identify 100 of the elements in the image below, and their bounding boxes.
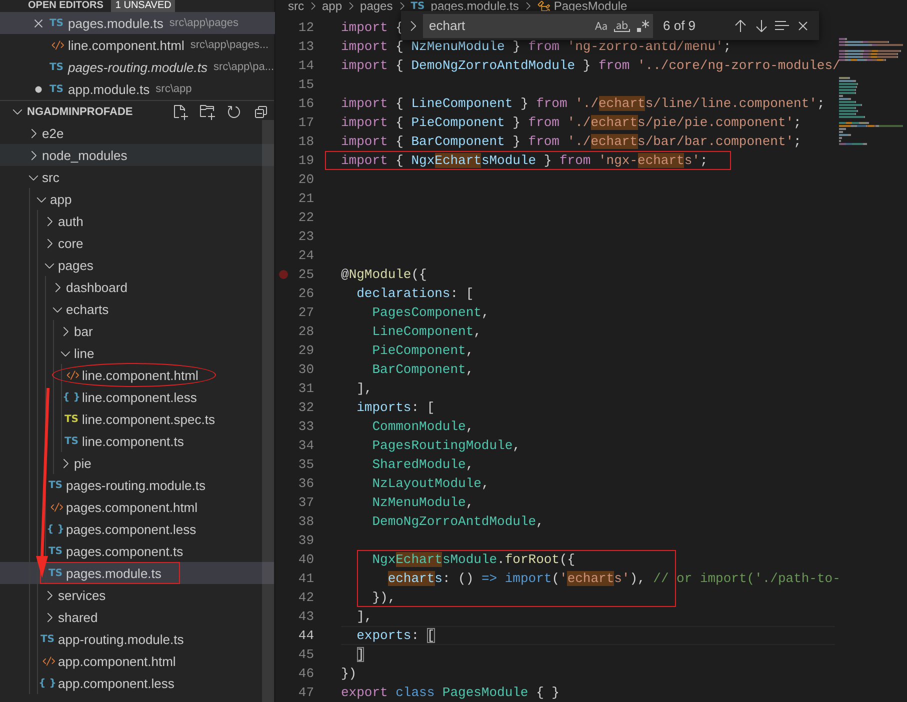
line-number: 24 (297, 248, 314, 263)
code-line: import { LineComponent } from './echarts/line/line.component'; (341, 95, 825, 112)
file-type-icon: TS (49, 18, 64, 28)
class-symbol-icon (536, 0, 551, 14)
code-line: import { NgxEchartsModule } from 'ngx-echarts'; (341, 152, 708, 169)
code-line: declarations: [ (356, 285, 474, 302)
code-line: import { PieComponent } from './echarts/pie/pie.component'; (341, 114, 802, 131)
file-path: src\app\pages... (190, 39, 269, 51)
code-line: PagesComponent, (371, 304, 490, 321)
folder-item[interactable]: pages (0, 254, 274, 276)
code-line: export class PagesModule { } (341, 684, 560, 701)
folder-item[interactable]: line (0, 342, 274, 364)
line-number: 26 (297, 286, 314, 301)
open-editor-item[interactable]: line.component.html src\app\pages... (0, 34, 275, 56)
folder-item[interactable]: app (0, 188, 274, 210)
line-number: 23 (297, 229, 314, 244)
line-number: 43 (297, 609, 314, 624)
open-editor-item[interactable]: TS pages.module.ts src\app\pages (0, 12, 275, 34)
line-number: 36 (297, 476, 314, 491)
line-number: 14 (297, 58, 314, 73)
line-number: 12 (297, 20, 314, 35)
file-item[interactable]: TS line.component.ts (0, 430, 274, 452)
file-type-icon: { } (46, 524, 64, 534)
file-name: pages.module.ts (68, 16, 164, 30)
find-field[interactable]: echart (423, 14, 653, 38)
code-line: LineComponent, (371, 323, 482, 340)
open-editor-item[interactable]: TS app.module.ts src\app (0, 78, 275, 100)
line-number: 38 (297, 514, 314, 529)
unsaved-badge: 1 UNSAVED (111, 0, 176, 12)
line-number: 33 (297, 419, 314, 434)
file-item[interactable]: { }app.component.less (0, 672, 274, 694)
folder-item[interactable]: core (0, 232, 274, 254)
code-line: import { NzMenuModule } from 'ng-zorro-antd/menu'; (341, 38, 732, 55)
file-type-icon: TS (48, 480, 63, 490)
file-item[interactable]: pages.component.html (0, 496, 274, 518)
folder-item[interactable]: node_modules (0, 144, 274, 166)
line-number: 32 (297, 400, 314, 415)
file-item[interactable]: TS pages.module.ts (0, 562, 274, 584)
code-line: NzMenuModule, (371, 494, 474, 511)
breadcrumb-item[interactable]: src (288, 0, 304, 13)
folder-item[interactable]: auth (0, 210, 274, 232)
file-item[interactable]: TS pages-routing.module.ts (0, 474, 274, 496)
match-count: 6 of 9 (663, 18, 697, 33)
code-line: }) (341, 665, 357, 682)
folder-item[interactable]: e2e (0, 122, 274, 144)
line-number: 17 (297, 115, 314, 130)
breadcrumb-item[interactable]: PagesModule (554, 0, 628, 13)
line-number: 30 (297, 362, 314, 377)
folder-item[interactable]: echarts (0, 298, 274, 320)
line-number: 41 (297, 571, 314, 586)
section-title[interactable]: NGADMINPROFADE (27, 106, 166, 118)
line-number: 37 (297, 495, 314, 510)
file-type-icon: TS (64, 436, 79, 446)
html-file-icon (42, 654, 56, 668)
file-path: src\app\pa... (213, 61, 274, 73)
find-input[interactable]: echart (427, 17, 590, 34)
code-line: }), (371, 589, 396, 606)
open-editor-item[interactable]: TS pages-routing.module.ts src\app\pa... (0, 56, 275, 78)
file-name: pages-routing.module.ts (68, 60, 208, 74)
folder-item[interactable]: shared (0, 606, 274, 628)
file-path: src\app (156, 83, 192, 95)
file-type-icon: { } (62, 392, 80, 402)
file-item[interactable]: { }line.component.less (0, 386, 274, 408)
folder-item[interactable]: dashboard (0, 276, 274, 298)
code-line: NzLayoutModule, (371, 475, 490, 492)
line-number: 13 (297, 39, 314, 54)
file-item[interactable]: line.component.html (0, 364, 274, 386)
file-item[interactable]: TS line.component.spec.ts (0, 408, 274, 430)
breadcrumb-item[interactable]: app (322, 0, 342, 13)
folder-item[interactable]: bar (0, 320, 274, 342)
line-number: 47 (297, 685, 314, 700)
breadcrumb-item[interactable]: pages (360, 0, 393, 13)
line-number: 20 (297, 172, 314, 187)
folder-item[interactable]: src (0, 166, 274, 188)
folder-item[interactable]: pie (0, 452, 274, 474)
line-number: 39 (297, 533, 314, 548)
file-type-icon: TS (48, 546, 63, 556)
file-item[interactable]: TS app-routing.module.ts (0, 628, 274, 650)
code-line: import { DemoNgZorroAntdModule } from '../core/ng-zorro-modules/ (341, 57, 840, 74)
file-item[interactable]: app.component.html (0, 650, 274, 672)
file-type-icon: TS (48, 568, 63, 578)
folder-item[interactable]: services (0, 584, 274, 606)
line-number: 22 (297, 210, 314, 225)
code-line: BarComponent, (371, 361, 474, 378)
line-number: 28 (297, 324, 314, 339)
breakpoint-dot[interactable] (278, 270, 288, 279)
file-name: line.component.html (68, 38, 184, 52)
file-path: src\app\pages (169, 17, 239, 29)
line-number: 34 (297, 438, 314, 453)
code-line: imports: [ (356, 399, 435, 416)
code-line: ], (356, 380, 372, 397)
file-item[interactable]: { }pages.component.less (0, 518, 274, 540)
file-name: app.module.ts (68, 82, 150, 96)
code-line: ] (356, 646, 364, 663)
scrollbar[interactable] (262, 120, 274, 702)
code-line: SharedModule, (371, 456, 474, 473)
section-title[interactable]: OPEN EDITORS (28, 0, 104, 12)
line-number: 25 (297, 267, 314, 282)
html-file-icon (66, 368, 80, 382)
breadcrumb-item[interactable]: pages.module.ts (430, 0, 519, 13)
